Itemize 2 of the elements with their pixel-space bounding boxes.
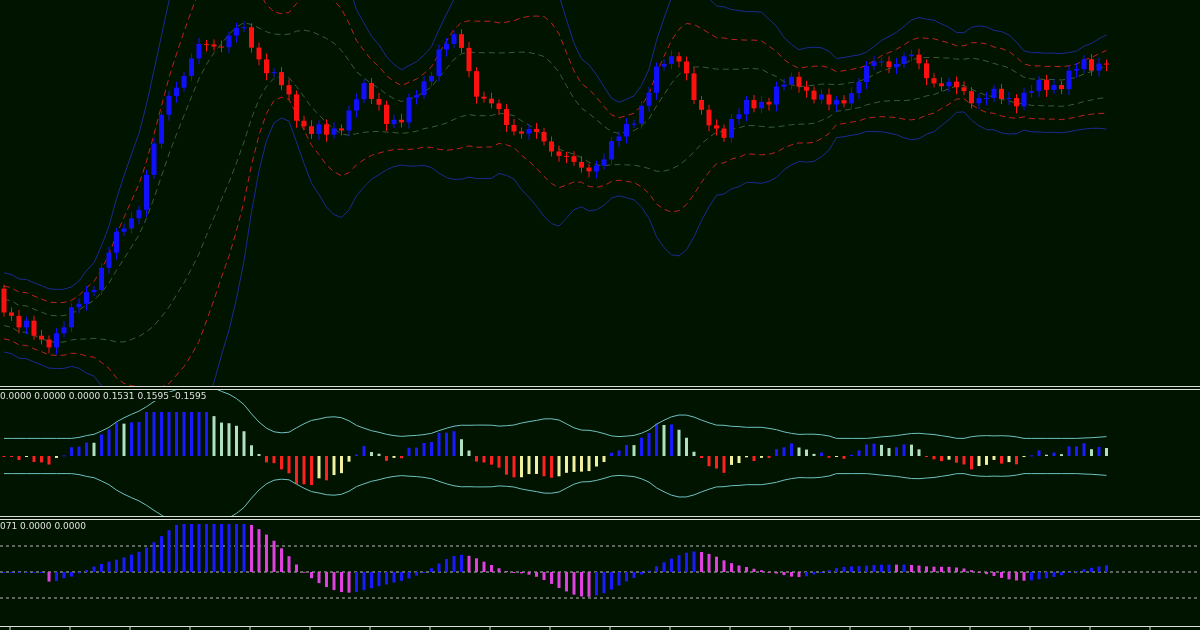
indicator-readout: 0.0000 0.0000 0.0000 0.1531 0.1595 -0.1595	[0, 392, 209, 401]
indicator-readout: 071 0.0000 0.0000	[0, 522, 88, 531]
